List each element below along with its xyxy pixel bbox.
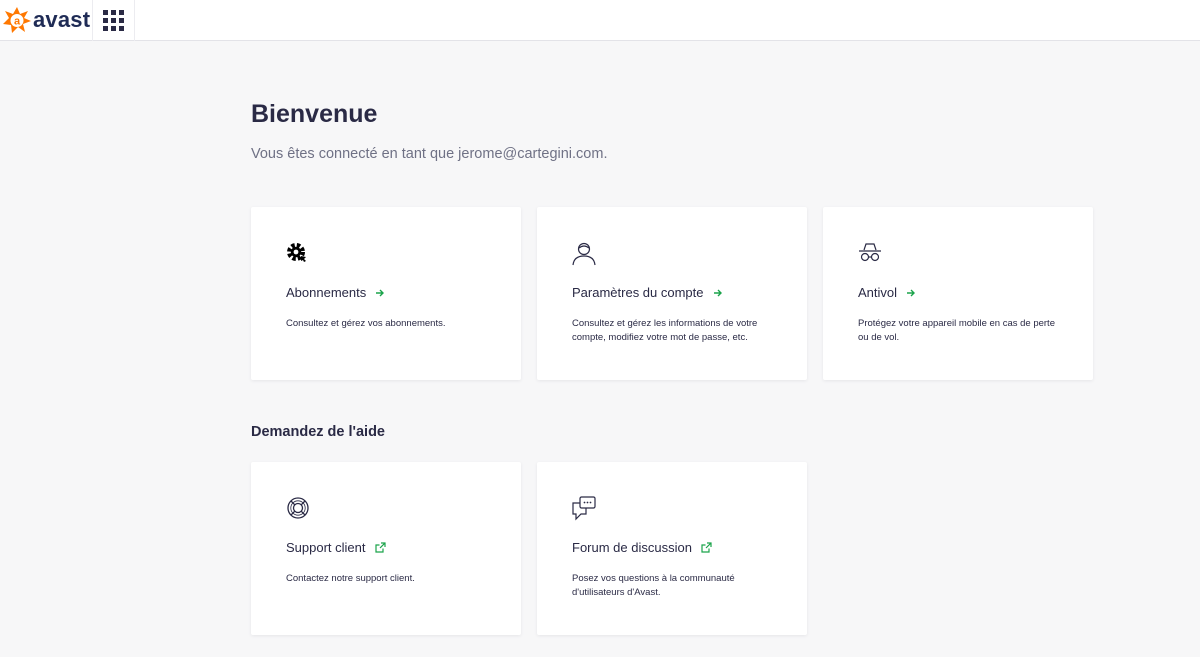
external-link-icon <box>374 542 386 553</box>
card-title: Forum de discussion <box>572 540 692 555</box>
card-subscriptions[interactable]: Abonnements Consultez et gérez vos abonn… <box>251 207 521 380</box>
apps-grid-icon <box>103 9 124 31</box>
avast-logo[interactable]: a avast <box>0 0 93 41</box>
card-customer-support[interactable]: Support client Contactez notre support c… <box>251 462 521 635</box>
svg-text:a: a <box>14 16 21 28</box>
card-description: Consultez et gérez vos abonnements. <box>286 318 446 329</box>
brand-name: avast <box>33 7 91 32</box>
spy-icon <box>859 243 881 262</box>
card-account-settings[interactable]: Paramètres du compte Consultez et gérez … <box>537 207 807 380</box>
lifebuoy-icon <box>287 497 309 519</box>
card-title: Antivol <box>858 285 898 300</box>
arrow-right-icon <box>907 289 916 296</box>
card-description: Protégez votre appareil mobile en cas de… <box>858 318 1055 343</box>
logged-in-text: Vous êtes connecté en tant que jerome@ca… <box>251 146 608 162</box>
card-title: Support client <box>286 540 366 555</box>
gear-icon <box>287 243 306 262</box>
card-description: Contactez notre support client. <box>286 573 415 584</box>
card-discussion-forum[interactable]: Forum de discussion Posez vos questions … <box>537 462 807 635</box>
chat-icon <box>572 496 596 521</box>
avast-logo-icon: a <box>3 7 31 33</box>
card-description: Posez vos questions à la communauté d'ut… <box>572 573 735 598</box>
apps-menu-button[interactable] <box>93 0 135 41</box>
arrow-right-icon <box>376 289 385 296</box>
arrow-right-icon <box>713 289 722 296</box>
help-section-title: Demandez de l'aide <box>251 424 385 440</box>
external-link-icon <box>701 542 712 553</box>
card-antitheft[interactable]: Antivol Protégez votre appareil mobile e… <box>823 207 1093 380</box>
card-description: Consultez et gérez les informations de v… <box>572 318 758 343</box>
card-title: Abonnements <box>286 285 367 300</box>
page-title: Bienvenue <box>251 100 378 128</box>
user-icon <box>572 242 596 266</box>
top-bar: a avast <box>0 0 1200 41</box>
card-title: Paramètres du compte <box>572 285 704 300</box>
